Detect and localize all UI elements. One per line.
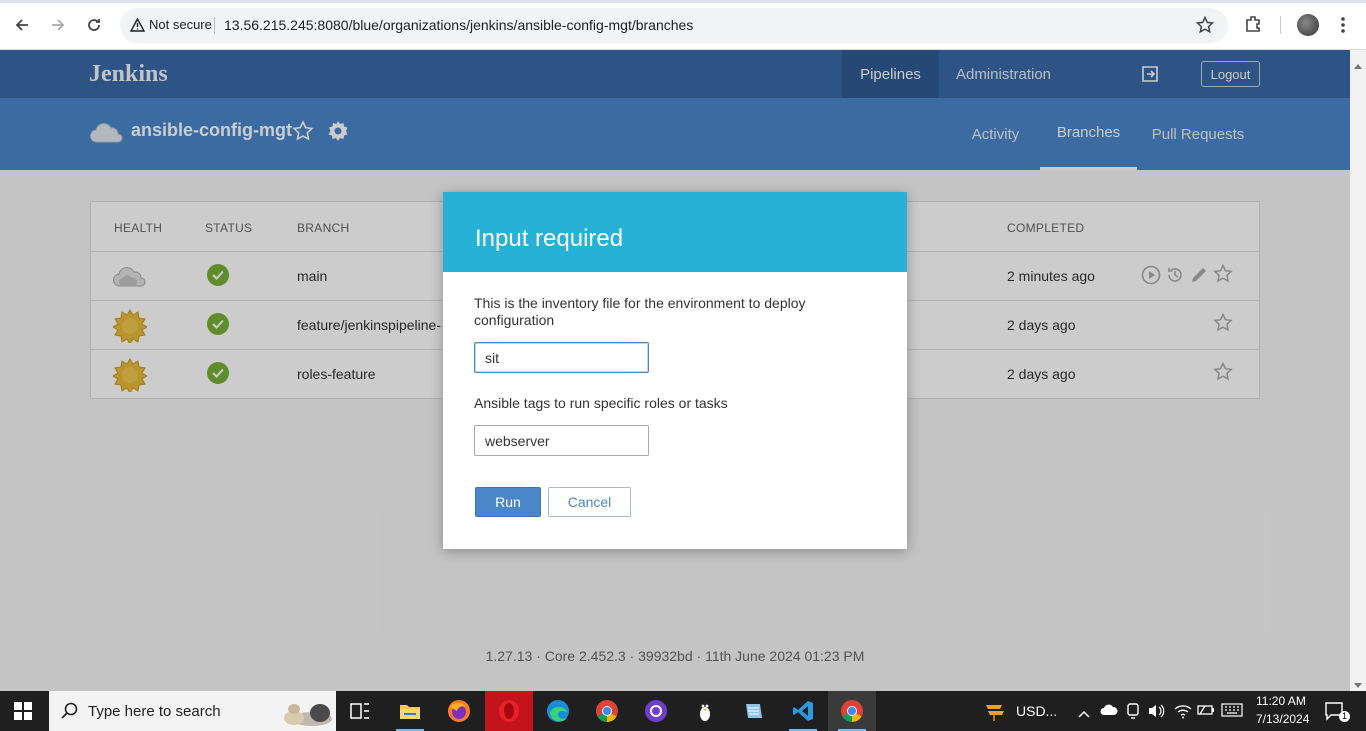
opera-icon[interactable] (485, 691, 533, 731)
cancel-button[interactable]: Cancel (548, 487, 631, 517)
taskbar-search[interactable]: Type here to search (49, 691, 336, 731)
chrome-icon[interactable] (583, 691, 631, 731)
page-scrollbar[interactable] (1350, 50, 1366, 691)
profile-avatar[interactable] (1297, 14, 1319, 36)
weather-widget[interactable]: USD... (1016, 703, 1057, 719)
volume-icon[interactable] (1147, 703, 1165, 724)
scroll-up-arrow-icon[interactable] (1354, 56, 1362, 74)
forward-icon[interactable] (45, 12, 71, 38)
search-highlight-image (284, 704, 332, 726)
dialog-header: Input required (443, 192, 907, 272)
chrome-active-icon[interactable] (828, 691, 876, 731)
meet-now-icon[interactable] (1126, 703, 1140, 724)
windows-taskbar: Type here to search USD... 11:20 AM 7/13… (0, 691, 1366, 731)
security-label: Not secure (149, 17, 212, 32)
security-indicator[interactable]: Not secure (130, 17, 212, 32)
inventory-field-label: This is the inventory file for the envir… (474, 295, 806, 328)
task-view-icon[interactable] (336, 691, 384, 731)
stocks-icon[interactable] (984, 700, 1006, 727)
search-icon (61, 702, 78, 719)
github-desktop-icon[interactable] (632, 691, 680, 731)
inventory-input[interactable]: sit (474, 342, 649, 373)
kebab-menu-icon[interactable] (1340, 16, 1346, 39)
run-button[interactable]: Run (475, 487, 541, 517)
clock-date[interactable]: 7/13/2024 (1256, 712, 1309, 726)
linux-penguin-icon[interactable] (681, 691, 729, 731)
firefox-icon[interactable] (435, 691, 483, 731)
tags-input[interactable]: webserver (474, 425, 649, 456)
reload-icon[interactable] (81, 12, 107, 38)
notification-count-badge: 1 (1339, 711, 1350, 722)
extensions-icon[interactable] (1244, 14, 1264, 39)
battery-icon[interactable] (1197, 703, 1215, 722)
onedrive-cloud-icon[interactable] (1100, 703, 1118, 722)
back-icon[interactable] (9, 12, 35, 38)
divider (214, 17, 215, 34)
dialog-title: Input required (475, 225, 624, 252)
notepad-icon[interactable] (730, 691, 778, 731)
divider (1280, 16, 1281, 34)
bookmark-star-icon[interactable] (1195, 15, 1215, 39)
url-text[interactable]: 13.56.215.245:8080/blue/organizations/je… (224, 17, 693, 33)
tab-strip (0, 0, 1366, 3)
clock-time[interactable]: 11:20 AM (1256, 694, 1306, 708)
search-placeholder: Type here to search (88, 703, 221, 720)
address-bar[interactable]: Not secure 13.56.215.245:8080/blue/organ… (120, 8, 1228, 43)
file-explorer-icon[interactable] (386, 691, 434, 731)
tags-field-label: Ansible tags to run specific roles or ta… (474, 395, 728, 411)
wifi-icon[interactable] (1174, 703, 1192, 724)
input-required-dialog: Input required This is the inventory fil… (443, 192, 907, 549)
warning-icon (130, 17, 145, 32)
keyboard-icon[interactable] (1221, 703, 1243, 722)
chevron-up-icon[interactable] (1078, 705, 1090, 723)
windows-start-icon[interactable] (14, 702, 32, 725)
browser-toolbar: Not secure 13.56.215.245:8080/blue/organ… (0, 0, 1366, 50)
edge-icon[interactable] (534, 691, 582, 731)
vscode-icon[interactable] (779, 691, 827, 731)
